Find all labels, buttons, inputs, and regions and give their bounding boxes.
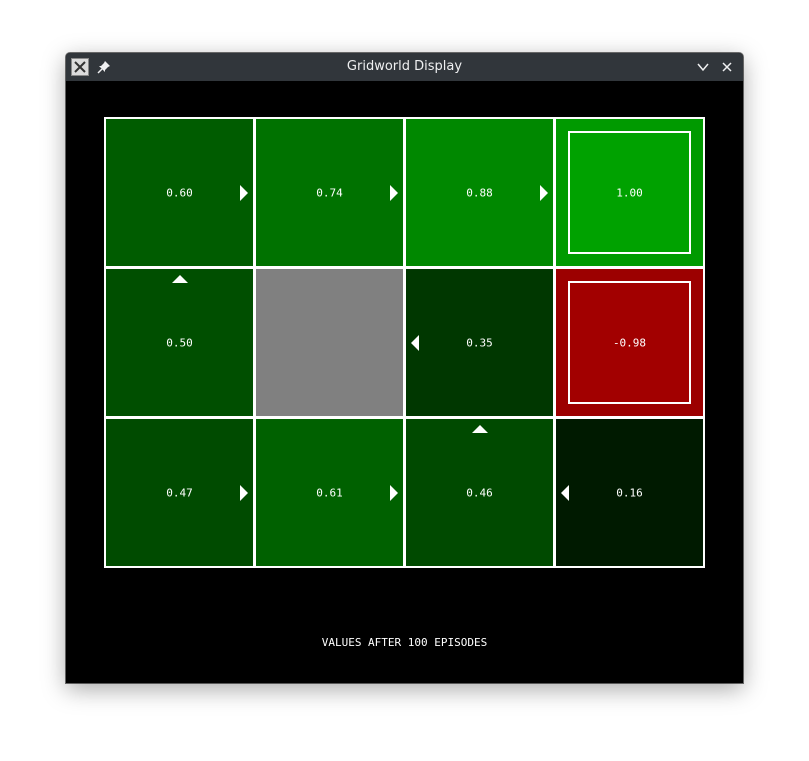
grid-cell: 0.35 [404, 267, 555, 418]
window-title: Gridworld Display [346, 59, 463, 74]
gridworld-grid: 0.60 0.74 0.88 1.00 0.50 0.35 -0.98 0.47 0.61 0.4… [104, 117, 705, 568]
gridworld-window: Gridworld Display 0.60 0.74 0.88 1.00 0.50 0.… [66, 53, 743, 683]
cell-value: 0.16 [616, 486, 643, 499]
grid-cell: 0.61 [254, 417, 405, 568]
grid-cell: 0.60 [104, 117, 255, 268]
cell-value: 0.88 [466, 186, 493, 199]
cell-value: 0.61 [316, 486, 343, 499]
cell-value: 0.35 [466, 336, 493, 349]
canvas-area: 0.60 0.74 0.88 1.00 0.50 0.35 -0.98 0.47 0.61 0.4… [67, 82, 742, 682]
title-bar[interactable]: Gridworld Display [66, 53, 743, 81]
terminal-cell: -0.98 [554, 267, 705, 418]
arrow-north-icon [171, 275, 188, 283]
cell-value: 0.46 [466, 486, 493, 499]
cell-value: 0.50 [166, 336, 193, 349]
arrow-north-icon [471, 425, 488, 433]
cell-value: 0.74 [316, 186, 343, 199]
cell-value: 1.00 [616, 186, 643, 199]
grid-cell: 0.46 [404, 417, 555, 568]
chevron-down-icon[interactable] [694, 58, 712, 76]
cell-value: 0.47 [166, 486, 193, 499]
cell-value: 0.60 [166, 186, 193, 199]
close-icon[interactable] [718, 58, 736, 76]
grid-cell: 0.74 [254, 117, 405, 268]
cell-value: -0.98 [612, 336, 647, 349]
grid-cell: 0.50 [104, 267, 255, 418]
grid-cell: 0.88 [404, 117, 555, 268]
wall-cell [254, 267, 405, 418]
terminal-cell: 1.00 [554, 117, 705, 268]
grid-cell: 0.16 [554, 417, 705, 568]
episodes-caption: VALUES AFTER 100 EPISODES [321, 636, 488, 649]
grid-cell: 0.47 [104, 417, 255, 568]
